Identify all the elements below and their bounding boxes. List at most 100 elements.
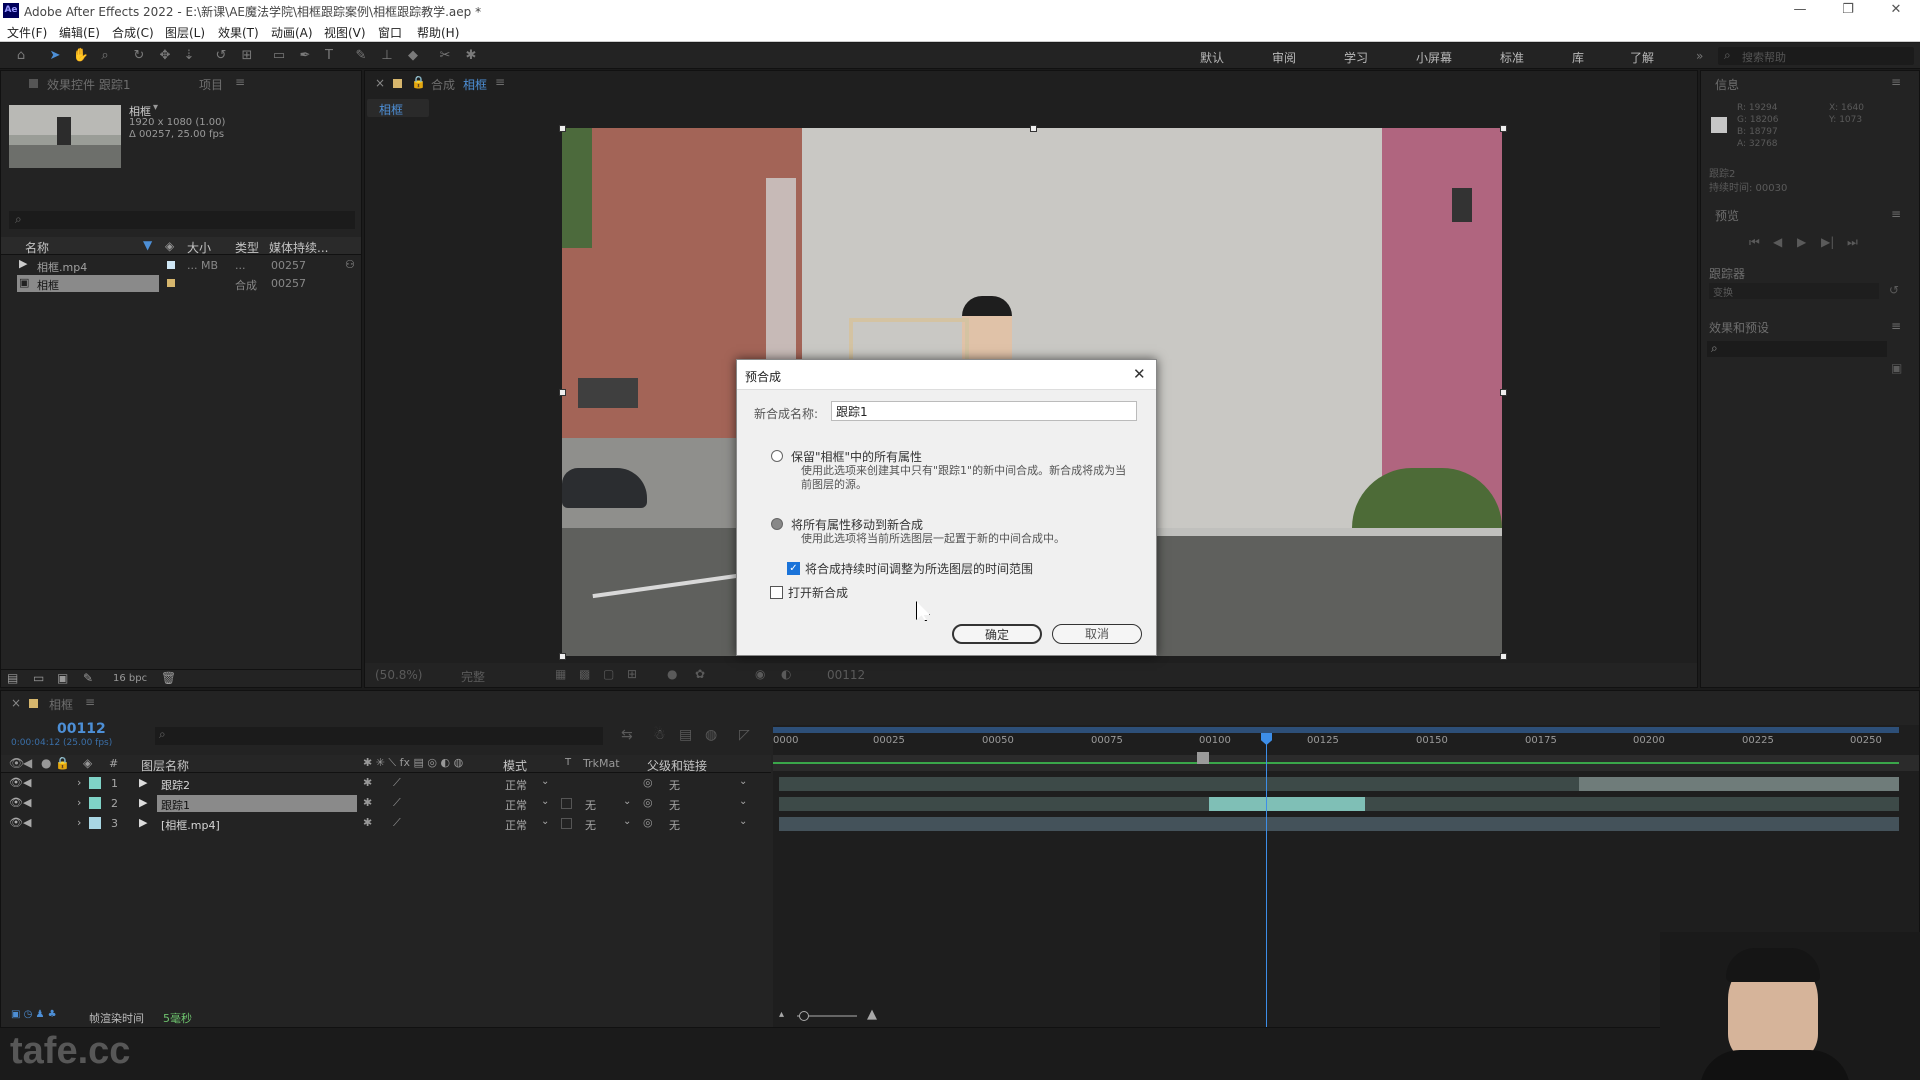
cancel-button[interactable]: 取消 [1052,624,1142,644]
quality-switch-icon[interactable]: ⟋ [393,776,401,790]
workspace-review[interactable]: 审阅 [1272,49,1296,66]
shy-switch-icon[interactable]: ✱ [363,796,372,809]
transform-handle[interactable] [559,389,566,396]
next-frame-icon[interactable]: ▶| [1821,235,1834,249]
tab-project[interactable]: 项目 [199,76,223,93]
visibility-icon[interactable]: 👁 [9,816,23,829]
col-size[interactable]: 大小 [187,239,211,256]
more-workspaces-icon[interactable]: » [1696,49,1703,63]
layer-parent[interactable]: 无 [669,797,680,813]
project-row[interactable]: ▣ 相框 合成 00257 [1,275,361,292]
adjust-duration-checkbox[interactable]: ✓ [787,562,800,575]
layer-row[interactable]: 👁 ◀ › 1 ▶ 跟踪2 ✱ ⟋ 正常 ⌄ ◎ 无 ⌄ [1,774,771,793]
dropdown-icon[interactable]: ⌄ [541,776,549,787]
pickwhip-icon[interactable]: ◎ [643,776,653,789]
expand-icon[interactable]: › [77,816,81,829]
motion-blur-icon[interactable]: ◍ [705,727,717,743]
layer-trkmat[interactable]: 无 [585,797,596,813]
layer-mode[interactable]: 正常 [505,797,527,813]
current-timecode[interactable]: 00112 [57,721,106,737]
workspace-learn-more[interactable]: 了解 [1630,49,1654,66]
keep-attributes-radio[interactable] [771,450,783,462]
lock-column-icon[interactable]: 🔒 [55,756,70,770]
dropdown-icon[interactable]: ⌄ [541,796,549,807]
dropdown-icon[interactable]: ⌄ [623,796,631,807]
tracker-panel-title[interactable]: 跟踪器 [1709,265,1745,282]
timeline-tab[interactable]: 相框 [49,696,73,713]
panel-menu-icon[interactable]: ≡ [495,75,505,89]
audio-toggle-icon[interactable]: ◀ [23,756,32,770]
selection-tool-icon[interactable]: ➤ [46,47,64,65]
quality-switch-icon[interactable]: ⟋ [393,816,401,830]
toggle-icons[interactable]: ▣ ◷ ♟ ♣ [11,1009,57,1020]
eraser-tool-icon[interactable]: ◆ [404,47,422,65]
ok-button[interactable]: 确定 [952,624,1042,644]
option2-title[interactable]: 将所有属性移动到新合成 [791,516,923,533]
panel-menu-icon[interactable]: ≡ [1891,319,1901,333]
panel-menu-icon[interactable]: ≡ [1891,207,1901,221]
frame-blend-icon[interactable]: ▤ [679,727,692,743]
col-trkmat[interactable]: TrkMat [583,757,620,770]
layer-name[interactable]: [相框.mp4] [161,817,220,833]
layer-row[interactable]: 👁 ◀ › 3 ▶ [相框.mp4] ✱ ⟋ 正常 ⌄ 无 ⌄ ◎ 无 ⌄ [1,814,771,833]
info-panel-title[interactable]: 信息 [1715,76,1739,93]
layer-mode[interactable]: 正常 [505,817,527,833]
layer-search-input[interactable]: ⌕ [155,727,603,745]
transform-handle[interactable] [1500,125,1507,132]
transparency-grid-icon[interactable]: ▩ [579,667,590,681]
col-type[interactable]: 类型 [235,239,259,256]
close-icon[interactable]: ✕ [1133,365,1146,383]
project-row[interactable]: ▶ 相框.mp4 ... MB ... 00257 ⚇ [1,257,361,274]
text-tool-icon[interactable]: T [320,47,338,65]
clone-tool-icon[interactable]: ⊥ [378,47,396,65]
work-area-bar[interactable] [773,727,1899,733]
graph-editor-icon[interactable]: ◸ [739,727,750,743]
shy-switch-icon[interactable]: ✱ [363,816,372,829]
exposure-icon[interactable]: ✿ [695,667,705,681]
new-composition-icon[interactable]: ▣ [57,671,68,685]
close-tab-icon[interactable]: × [375,76,385,90]
puppet-tool-icon[interactable]: ✱ [462,47,480,65]
play-icon[interactable]: ▶ [1797,235,1806,249]
workspace-standard[interactable]: 标准 [1500,49,1524,66]
effects-search-input[interactable]: ⌕ [1707,341,1887,357]
layer-parent[interactable]: 无 [669,777,680,793]
new-preset-icon[interactable]: ▣ [1891,361,1902,375]
track-type-select[interactable]: 变换 [1709,283,1879,299]
bit-depth-button[interactable]: 16 bpc [113,673,147,684]
expand-icon[interactable]: › [77,796,81,809]
audio-icon[interactable]: ◀ [23,776,31,789]
label-color-swatch[interactable] [89,817,101,829]
menu-animation[interactable]: 动画(A) [271,24,313,41]
dropdown-icon[interactable]: ⌄ [623,816,631,827]
zoom-slider[interactable]: ▴ ▲ [779,1007,879,1025]
comp-tab-label[interactable]: 合成 [431,76,455,93]
dropdown-icon[interactable]: ⌄ [739,796,747,807]
menu-view[interactable]: 视图(V) [324,24,366,41]
open-comp-label[interactable]: 打开新合成 [788,584,848,601]
menu-composition[interactable]: 合成(C) [112,24,154,41]
project-search-input[interactable]: ⌕ [9,211,355,229]
mask-icon[interactable]: ▢ [603,667,614,681]
layer-name[interactable]: 跟踪1 [161,797,190,813]
workspace-small-screen[interactable]: 小屏幕 [1416,49,1452,66]
zoom-out-icon[interactable]: ▴ [779,1009,784,1020]
col-name[interactable]: 名称 [25,239,49,256]
label-color-swatch[interactable] [89,777,101,789]
layer-row[interactable]: 👁 ◀ › 2 ▶ 跟踪1 ✱ ⟋ 正常 ⌄ 无 ⌄ ◎ 无 ⌄ [1,794,771,813]
restore-icon[interactable]: ❐ [1828,2,1868,20]
playhead-line[interactable] [1266,733,1267,1027]
transform-handle[interactable] [559,653,566,660]
dropdown-icon[interactable]: ▾ [153,102,158,113]
rectangle-tool-icon[interactable]: ▭ [270,47,288,65]
sort-icon[interactable]: ▼ [143,238,152,252]
col-layer-name[interactable]: 图层名称 [141,757,189,774]
preview-panel-title[interactable]: 预览 [1715,207,1739,224]
effects-panel-title[interactable]: 效果和预设 [1709,319,1769,336]
col-duration[interactable]: 媒体持续... [269,239,328,256]
layer-bar-highlight[interactable] [1579,777,1899,791]
last-frame-icon[interactable]: ⏭ [1847,235,1858,250]
audio-icon[interactable]: ◀ [23,796,31,809]
brush-tool-icon[interactable]: ✎ [352,47,370,65]
col-parent[interactable]: 父级和链接 [647,757,707,774]
